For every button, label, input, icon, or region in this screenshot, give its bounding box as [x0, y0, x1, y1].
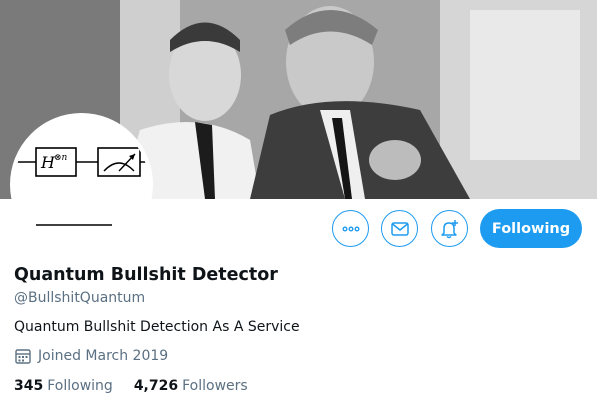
followers-label: Followers	[182, 378, 248, 394]
followers-count: 4,726	[133, 378, 179, 394]
join-date-text: Joined March 2019	[38, 348, 169, 364]
more-icon	[342, 225, 359, 231]
hadamard-gate-power: ⊗n	[54, 153, 68, 163]
following-count-link[interactable]: 345 Following	[14, 378, 113, 394]
followers-count-link[interactable]: 4,726 Followers	[134, 378, 248, 394]
bell-plus-icon	[440, 219, 458, 238]
profile-page: H ⊗n Following Quantum Bullshit Detector…	[0, 0, 597, 400]
following-count: 345	[14, 378, 44, 394]
more-options-button[interactable]	[332, 210, 369, 247]
calendar-icon	[15, 349, 31, 364]
notifications-button[interactable]	[431, 210, 468, 247]
profile-bio: Quantum Bullshit Detection As A Service	[14, 319, 300, 335]
message-button[interactable]	[381, 210, 418, 247]
following-label: Following	[47, 378, 113, 394]
join-date: Joined March 2019	[14, 347, 168, 365]
mail-icon	[390, 221, 409, 236]
quantum-circuit-avatar-icon: H ⊗n	[14, 147, 149, 226]
display-name: Quantum Bullshit Detector	[14, 265, 278, 285]
follow-stats: 345 Following 4,726 Followers	[14, 378, 269, 394]
user-handle: @BullshitQuantum	[14, 290, 146, 306]
profile-avatar[interactable]: H ⊗n	[10, 113, 153, 256]
following-button[interactable]: Following	[480, 209, 582, 248]
